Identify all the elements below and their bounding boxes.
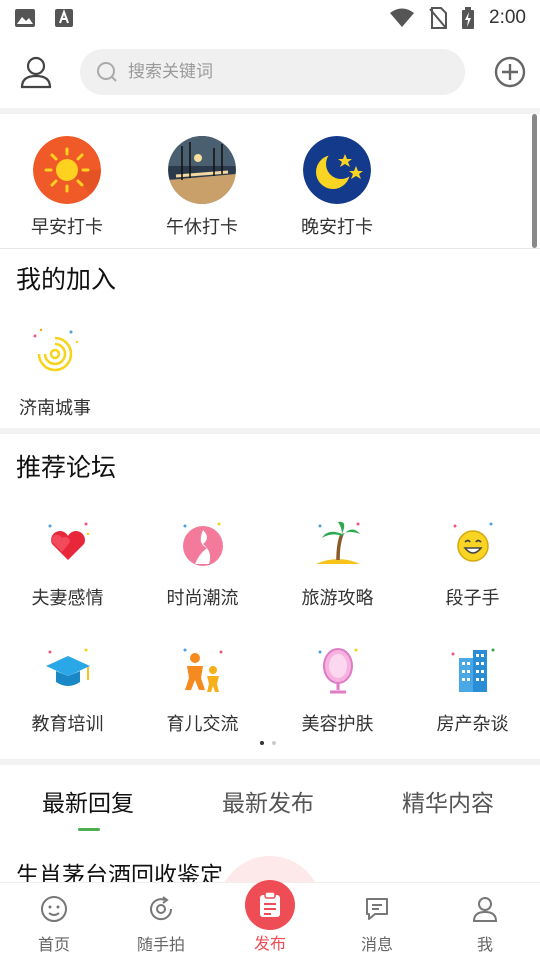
text-notification-icon bbox=[55, 9, 73, 27]
forum-item[interactable]: 房产杂谈 bbox=[405, 640, 540, 736]
tab-featured[interactable]: 精华内容 bbox=[402, 784, 494, 818]
forum-label: 育儿交流 bbox=[166, 714, 239, 735]
forum-label: 夫妻感情 bbox=[31, 588, 104, 609]
search-icon bbox=[97, 62, 117, 82]
gallery-notification-icon bbox=[15, 9, 35, 27]
app-screen: 2:00 搜索关键词 早安打卡 午休打卡 晚安打卡 我的加入 济南城事 推荐论坛… bbox=[0, 0, 540, 960]
joined-item[interactable]: 济南城事 bbox=[14, 322, 96, 420]
sun-icon bbox=[33, 136, 101, 204]
page-dot bbox=[272, 741, 276, 745]
page-indicator bbox=[260, 741, 276, 745]
nav-label: 首页 bbox=[37, 935, 70, 954]
tab-latest-post[interactable]: 最新发布 bbox=[222, 784, 314, 818]
page-dot-active bbox=[260, 741, 264, 745]
forum-label: 教育培训 bbox=[31, 714, 104, 735]
joined-item-label: 济南城事 bbox=[19, 398, 91, 419]
punch-label: 午休打卡 bbox=[166, 217, 238, 238]
search-input[interactable] bbox=[128, 62, 428, 82]
clock: 2:00 bbox=[489, 7, 526, 28]
palm-tree-icon bbox=[315, 521, 360, 564]
forum-item[interactable]: 夫妻感情 bbox=[0, 514, 135, 610]
hearts-icon bbox=[48, 522, 89, 560]
punch-card-row: 早安打卡 午休打卡 晚安打卡 bbox=[0, 114, 540, 248]
nav-label: 随手拍 bbox=[136, 935, 185, 954]
search-bar[interactable] bbox=[80, 49, 465, 95]
moon-stars-icon bbox=[303, 136, 371, 204]
tab-latest-reply[interactable]: 最新回复 bbox=[42, 784, 134, 818]
nav-messages[interactable]: 消息 bbox=[332, 895, 422, 955]
forum-label: 时尚潮流 bbox=[166, 588, 239, 609]
buildings-icon bbox=[451, 648, 494, 692]
recommended-title: 推荐论坛 bbox=[16, 453, 117, 482]
clipboard-icon bbox=[260, 891, 280, 917]
nav-me[interactable]: 我 bbox=[440, 895, 530, 955]
status-bar: 2:00 bbox=[0, 0, 540, 36]
content-tabs: 最新回复 最新发布 精华内容 bbox=[0, 766, 540, 832]
fashion-icon bbox=[182, 522, 223, 566]
no-sim-icon bbox=[429, 7, 448, 29]
mirror-icon bbox=[318, 648, 357, 694]
punch-night[interactable]: 晚安打卡 bbox=[287, 136, 387, 239]
message-icon bbox=[366, 898, 388, 920]
camera-refresh-icon bbox=[150, 896, 173, 921]
section-divider bbox=[0, 428, 540, 434]
parent-child-icon bbox=[183, 648, 222, 692]
publish-button[interactable] bbox=[245, 880, 295, 930]
forum-label: 房产杂谈 bbox=[436, 714, 509, 735]
wifi-icon bbox=[390, 8, 415, 27]
forum-label: 美容护肤 bbox=[301, 714, 374, 735]
punch-label: 晚安打卡 bbox=[301, 217, 373, 238]
top-header bbox=[0, 36, 540, 108]
forum-item[interactable]: 段子手 bbox=[405, 514, 540, 610]
punch-label: 早安打卡 bbox=[31, 217, 103, 238]
forum-label: 段子手 bbox=[445, 588, 500, 609]
nav-home[interactable]: 首页 bbox=[9, 895, 99, 955]
forum-label: 旅游攻略 bbox=[301, 588, 374, 609]
person-icon bbox=[472, 897, 498, 922]
forum-item[interactable]: 旅游攻略 bbox=[270, 514, 405, 610]
forum-item[interactable]: 美容护肤 bbox=[270, 640, 405, 736]
punch-noon[interactable]: 午休打卡 bbox=[152, 136, 252, 239]
laughing-face-icon bbox=[453, 522, 492, 562]
nav-snap[interactable]: 随手拍 bbox=[116, 895, 206, 955]
section-divider bbox=[0, 759, 540, 765]
forum-item[interactable]: 时尚潮流 bbox=[135, 514, 270, 610]
user-outline-icon bbox=[20, 56, 52, 89]
nav-label: 我 bbox=[476, 935, 493, 954]
spiral-icon bbox=[33, 328, 79, 372]
divider bbox=[0, 248, 540, 249]
profile-button[interactable] bbox=[0, 36, 72, 108]
punch-morning[interactable]: 早安打卡 bbox=[17, 136, 117, 239]
battery-charging-icon bbox=[462, 7, 475, 29]
scrollbar[interactable] bbox=[532, 114, 537, 248]
publish-label[interactable]: 发布 bbox=[240, 930, 300, 954]
night-street-icon bbox=[168, 136, 236, 204]
forum-item[interactable]: 育儿交流 bbox=[135, 640, 270, 736]
active-tab-indicator bbox=[78, 828, 100, 831]
graduation-cap-icon bbox=[45, 648, 90, 686]
forum-item[interactable]: 教育培训 bbox=[0, 640, 135, 736]
joined-title: 我的加入 bbox=[16, 265, 117, 294]
nav-label: 消息 bbox=[360, 935, 393, 954]
home-face-icon bbox=[41, 896, 67, 922]
add-circle-icon[interactable] bbox=[494, 56, 526, 88]
